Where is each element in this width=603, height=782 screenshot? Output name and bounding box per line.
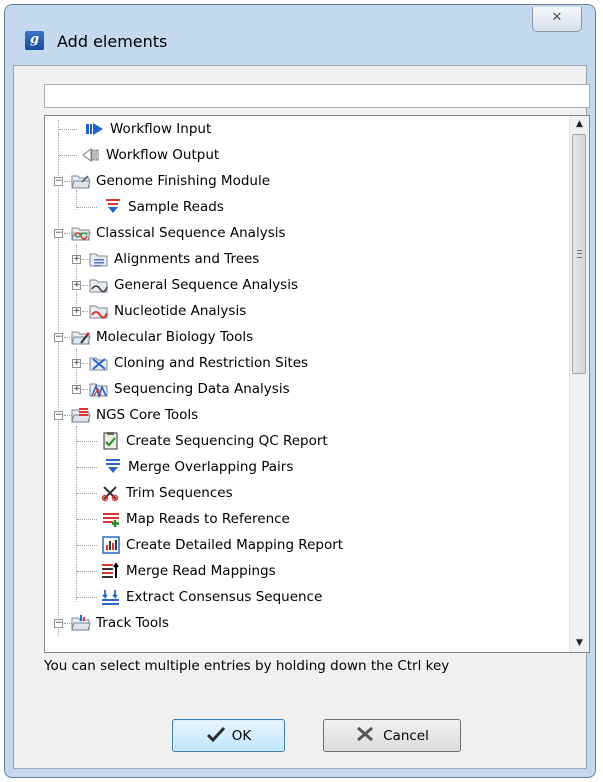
alignments-folder-icon [89, 250, 109, 268]
tree-item-merge-read-mappings[interactable]: Merge Read Mappings [45, 558, 276, 584]
dialog-title: Add elements [57, 32, 168, 51]
tree-item-trim-sequences[interactable]: Trim Sequences [45, 480, 233, 506]
add-elements-dialog: g Add elements ✕ Workflow Input Workflow… [4, 4, 596, 778]
ngs-core-folder-icon [71, 406, 91, 424]
tree-item-track-tools[interactable]: − Track Tools [45, 610, 169, 636]
collapse-toggle[interactable]: − [54, 619, 63, 628]
tree-item-sequencing-data-analysis[interactable]: + Sequencing Data Analysis [45, 376, 290, 402]
expand-toggle[interactable]: + [72, 281, 81, 290]
merge-pairs-icon [103, 458, 123, 476]
merge-mappings-icon [101, 562, 121, 580]
nucleotide-folder-icon [89, 302, 109, 320]
collapse-toggle[interactable]: − [54, 177, 63, 186]
track-tools-folder-icon [71, 614, 91, 632]
qc-report-icon [101, 432, 121, 450]
tree-item-general-sequence-analysis[interactable]: + General Sequence Analysis [45, 272, 298, 298]
tree-item-alignments-and-trees[interactable]: + Alignments and Trees [45, 246, 259, 272]
expand-toggle[interactable]: + [72, 307, 81, 316]
sample-reads-icon [103, 198, 123, 216]
sequencing-folder-icon [89, 380, 109, 399]
trim-sequences-icon [101, 484, 121, 502]
scrollbar-thumb[interactable] [572, 134, 586, 374]
collapse-toggle[interactable]: − [54, 333, 63, 342]
molecular-biology-folder-icon [71, 328, 91, 346]
title-bar[interactable]: g Add elements ✕ [5, 5, 595, 67]
app-logo-icon: g [25, 31, 44, 50]
cancel-x-icon [355, 725, 377, 747]
tree-item-map-reads-to-reference[interactable]: Map Reads to Reference [45, 506, 290, 532]
tree-item-sample-reads[interactable]: Sample Reads [45, 194, 224, 220]
expand-toggle[interactable]: + [72, 385, 81, 394]
tree-scrollbar[interactable]: ▲ ▼ [569, 116, 589, 652]
collapse-toggle[interactable]: − [54, 411, 63, 420]
tree-content: Workflow Input Workflow Output − Genome … [45, 116, 563, 652]
tree-item-molecular-biology-tools[interactable]: − Molecular Biology Tools [45, 324, 253, 350]
tree-item-workflow-output[interactable]: Workflow Output [45, 142, 219, 168]
tree-item-extract-consensus-sequence[interactable]: Extract Consensus Sequence [45, 584, 322, 610]
expand-toggle[interactable]: + [72, 255, 81, 264]
dialog-body: Workflow Input Workflow Output − Genome … [13, 65, 590, 769]
multi-select-hint: You can select multiple entries by holdi… [44, 658, 450, 674]
tree-item-merge-overlapping-pairs[interactable]: Merge Overlapping Pairs [45, 454, 293, 480]
classical-sequence-folder-icon [71, 224, 91, 242]
consensus-icon [101, 588, 121, 606]
close-button[interactable]: ✕ [532, 7, 582, 32]
elements-tree[interactable]: Workflow Input Workflow Output − Genome … [44, 115, 590, 653]
filter-input[interactable] [44, 84, 590, 108]
checkmark-icon [206, 725, 226, 747]
cancel-button-label: Cancel [383, 727, 429, 744]
mapping-report-icon [101, 536, 121, 554]
tree-item-nucleotide-analysis[interactable]: + Nucleotide Analysis [45, 298, 246, 324]
ok-button[interactable]: OK [172, 719, 285, 752]
expand-toggle[interactable]: + [72, 359, 81, 368]
workflow-input-icon [85, 120, 105, 138]
tree-item-classical-sequence-analysis[interactable]: − Classical Sequence Analysis [45, 220, 286, 246]
tree-item-genome-finishing-module[interactable]: − Genome Finishing Module [45, 168, 270, 194]
tree-item-create-sequencing-qc-report[interactable]: Create Sequencing QC Report [45, 428, 328, 454]
tree-item-create-detailed-mapping-report[interactable]: Create Detailed Mapping Report [45, 532, 343, 558]
genome-finishing-folder-icon [71, 172, 91, 190]
scroll-up-arrow-icon[interactable]: ▲ [570, 116, 589, 133]
map-reads-icon [101, 510, 121, 528]
general-sequence-folder-icon [89, 276, 109, 294]
tree-item-cloning-and-restriction-sites[interactable]: + Cloning and Restriction Sites [45, 350, 308, 376]
collapse-toggle[interactable]: − [54, 229, 63, 238]
workflow-output-icon [81, 146, 101, 164]
cancel-button[interactable]: Cancel [323, 719, 461, 752]
ok-button-label: OK [231, 727, 252, 744]
cloning-folder-icon [89, 354, 109, 372]
scroll-down-arrow-icon[interactable]: ▼ [570, 635, 589, 652]
tree-item-workflow-input[interactable]: Workflow Input [45, 116, 211, 142]
tree-item-ngs-core-tools[interactable]: − NGS Core Tools [45, 402, 198, 428]
